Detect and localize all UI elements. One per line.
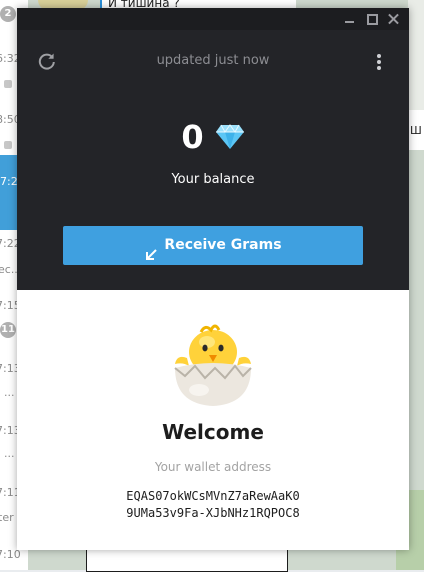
balance-amount: 0	[181, 118, 204, 156]
pin-icon	[4, 80, 12, 88]
wallet-window: updated just now 0 Your balance Receive …	[17, 8, 409, 550]
message-bubble: Ш	[408, 110, 424, 150]
minimize-button[interactable]	[339, 8, 361, 30]
receive-button-label: Receive Grams	[164, 237, 282, 253]
refresh-icon[interactable]	[37, 51, 57, 71]
welcome-title: Welcome	[162, 420, 264, 444]
receive-grams-button[interactable]: Receive Grams	[63, 226, 363, 265]
pin-icon	[4, 141, 12, 149]
message-bubble	[86, 548, 288, 572]
balance-header: updated just now 0 Your balance Receive …	[17, 30, 409, 290]
address-line: EQAS07okWCsMVnZ7aRewAaK0	[126, 489, 300, 503]
update-status: updated just now	[156, 53, 270, 68]
address-line: 9UMa53v9Fa-XJbNHz1RQPOC8	[126, 506, 300, 520]
badge: 11	[0, 322, 16, 338]
wallet-address-label: Your wallet address	[154, 460, 272, 474]
more-menu-icon[interactable]	[371, 51, 387, 73]
right-strip	[408, 0, 424, 110]
badge: 2	[0, 6, 16, 22]
wallet-address[interactable]: EQAS07okWCsMVnZ7aRewAaK0 9UMa53v9Fa-XJbN…	[17, 488, 409, 522]
arrow-down-left-icon	[144, 239, 158, 260]
close-button[interactable]	[383, 8, 405, 30]
maximize-button[interactable]	[361, 8, 383, 30]
chat-preview: ...	[4, 447, 15, 460]
chat-preview: ...	[4, 386, 15, 399]
chick-egg-icon	[169, 318, 257, 408]
balance-label: Your balance	[171, 172, 255, 187]
title-bar	[17, 8, 409, 30]
balance-display: 0	[17, 118, 409, 156]
chat-preview: ter	[0, 511, 14, 524]
diamond-icon	[215, 124, 245, 150]
